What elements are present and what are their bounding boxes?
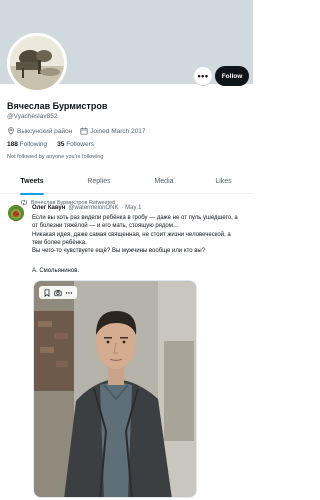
profile-meta: Выксунский район Joined March 2017 [7, 127, 146, 135]
avatar-photo [10, 36, 64, 90]
followers-count: 35 [57, 141, 65, 148]
profile-tabs: Tweets Replies Media Likes [0, 168, 253, 195]
media-toolbar [39, 286, 77, 299]
tweet-media-photo[interactable] [33, 280, 197, 498]
following-label: Following [19, 141, 48, 148]
tweet-line: Никакая идея, даже самая священная, не с… [32, 231, 231, 238]
tweet-author-handle[interactable]: @watermelonONK [68, 205, 118, 211]
tab-replies[interactable]: Replies [64, 168, 134, 194]
followers-link[interactable]: 35 Followers [57, 141, 94, 148]
following-link[interactable]: 188 Following [7, 141, 47, 148]
tweet-line: тем более ребёнка. [32, 239, 87, 246]
following-count: 188 [7, 141, 18, 148]
tweet-header: Олег Кавун @watermelonONK · May 1 [32, 205, 142, 211]
author-avatar-image [8, 205, 24, 221]
location-icon [8, 127, 14, 135]
active-tab-indicator [20, 193, 44, 195]
tab-label: Likes [215, 177, 232, 185]
tweet-line: Если вы хоть раз видели ребёнка в гробу … [32, 215, 238, 221]
media-photo-image [34, 281, 196, 497]
follow-button[interactable]: Follow [215, 66, 249, 86]
retweet-icon [21, 199, 27, 206]
tab-label: Replies [87, 177, 111, 185]
tweet-author-name[interactable]: Олег Кавун [32, 205, 65, 211]
tweet-signature: А. Смольянинов. [32, 268, 80, 274]
tab-media[interactable]: Media [134, 168, 194, 194]
profile-counts: 188 Following 35 Followers [7, 141, 94, 148]
tweet-author-avatar[interactable] [8, 205, 24, 221]
tab-label: Media [154, 177, 174, 185]
followers-label: Followers [66, 141, 94, 148]
not-followed-note: Not followed by anyone you're following [7, 154, 104, 160]
profile-display-name: Вячеслав Бурмистров [7, 101, 108, 111]
camera-icon[interactable] [54, 289, 62, 297]
tweet-text: Если вы хоть раз видели ребёнка в гробу … [32, 214, 246, 255]
tab-likes[interactable]: Likes [194, 168, 253, 194]
tab-label: Tweets [20, 177, 44, 185]
more-options-button[interactable]: ••• [193, 66, 213, 86]
profile-avatar[interactable] [7, 33, 67, 93]
bookmark-icon[interactable] [43, 288, 51, 297]
profile-joined: Joined March 2017 [90, 127, 146, 135]
calendar-icon [80, 127, 88, 135]
tweet-date[interactable]: · May 1 [122, 205, 142, 211]
tweet-line: Вы чего-то чувствуете ещё? Вы мужчины во… [32, 248, 206, 255]
profile-handle: @Vyacheslav852 [7, 113, 58, 120]
tweet-line: от болезни тяжёлой — и его мать, стоящую… [32, 223, 179, 230]
tab-tweets[interactable]: Tweets [0, 168, 64, 195]
more-icon[interactable] [65, 289, 73, 297]
profile-location: Выксунский район [17, 127, 73, 135]
